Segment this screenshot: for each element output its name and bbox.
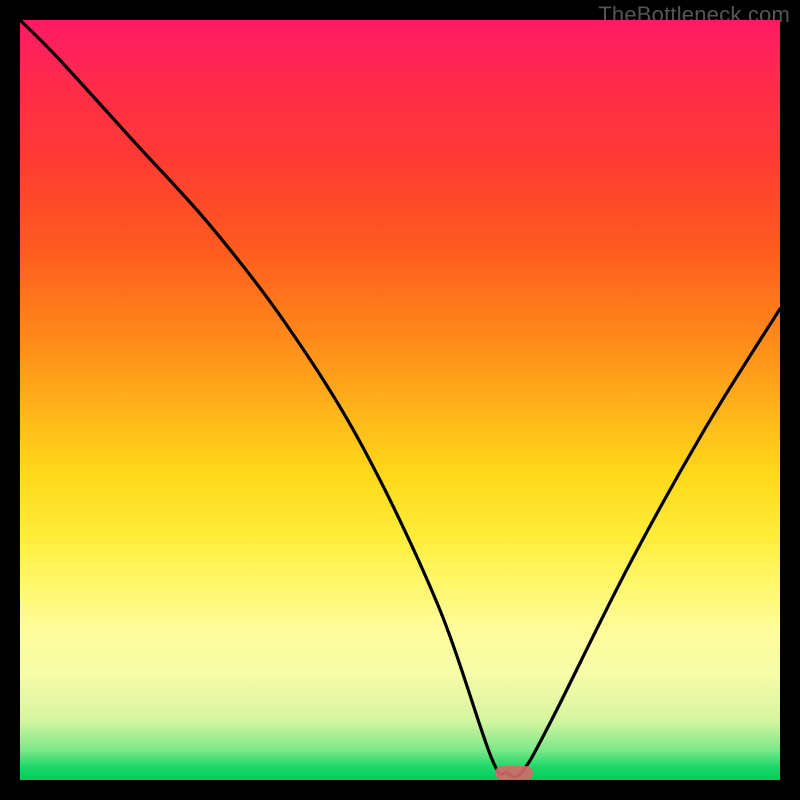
plot-area xyxy=(20,20,780,780)
chart-frame: TheBottleneck.com xyxy=(0,0,800,800)
optimal-marker xyxy=(495,766,533,780)
bottleneck-curve xyxy=(20,20,780,780)
